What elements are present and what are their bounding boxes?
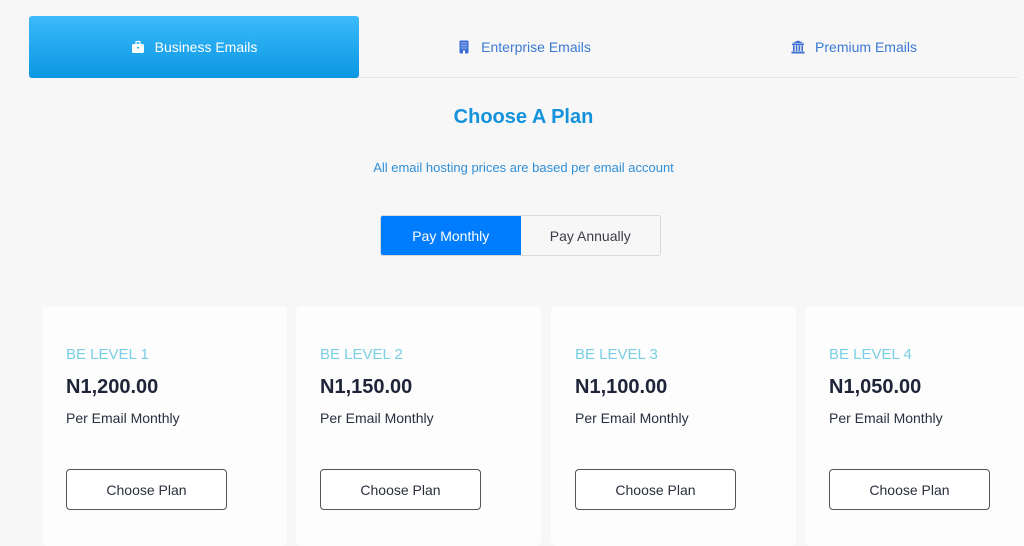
plan-period: Per Email Monthly [829, 410, 943, 426]
plan-period: Per Email Monthly [320, 410, 434, 426]
building-icon [457, 40, 471, 54]
tab-label: Business Emails [154, 39, 258, 55]
plan-card: BE LEVEL 3 N1,100.00 Per Email Monthly C… [551, 306, 796, 546]
billing-period-toggle: Pay Monthly Pay Annually [380, 215, 661, 256]
plan-price: N1,050.00 [829, 376, 922, 398]
pay-annually-button[interactable]: Pay Annually [520, 216, 660, 255]
choose-plan-button[interactable]: Choose Plan [66, 469, 227, 510]
plan-card: BE LEVEL 4 N1,050.00 Per Email Monthly C… [805, 306, 1024, 546]
plan-level: BE LEVEL 2 [320, 346, 403, 363]
choose-plan-button[interactable]: Choose Plan [320, 469, 481, 510]
bank-icon [791, 40, 805, 54]
plan-price: N1,200.00 [66, 376, 159, 398]
page-title: Choose A Plan [453, 106, 594, 128]
plan-card: BE LEVEL 1 N1,200.00 Per Email Monthly C… [42, 306, 287, 546]
tab-premium-emails[interactable]: Premium Emails [689, 16, 1019, 78]
plan-card: BE LEVEL 2 N1,150.00 Per Email Monthly C… [296, 306, 541, 546]
plan-period: Per Email Monthly [575, 410, 689, 426]
tab-label: Premium Emails [815, 39, 917, 55]
choose-plan-button[interactable]: Choose Plan [829, 469, 990, 510]
plan-level: BE LEVEL 3 [575, 346, 658, 363]
plan-period: Per Email Monthly [66, 410, 180, 426]
plan-price: N1,150.00 [320, 376, 413, 398]
plan-level: BE LEVEL 4 [829, 346, 912, 363]
tab-label: Enterprise Emails [481, 39, 591, 55]
tab-business-emails[interactable]: Business Emails [29, 16, 359, 78]
briefcase-icon [131, 40, 145, 54]
plan-category-tabs: Business Emails Enterprise Emails Premiu… [29, 16, 1018, 78]
pay-monthly-button[interactable]: Pay Monthly [381, 216, 521, 255]
pricing-note: All email hosting prices are based per e… [373, 160, 674, 175]
plan-price: N1,100.00 [575, 376, 668, 398]
plan-level: BE LEVEL 1 [66, 346, 149, 363]
tab-enterprise-emails[interactable]: Enterprise Emails [359, 16, 689, 78]
choose-plan-button[interactable]: Choose Plan [575, 469, 736, 510]
